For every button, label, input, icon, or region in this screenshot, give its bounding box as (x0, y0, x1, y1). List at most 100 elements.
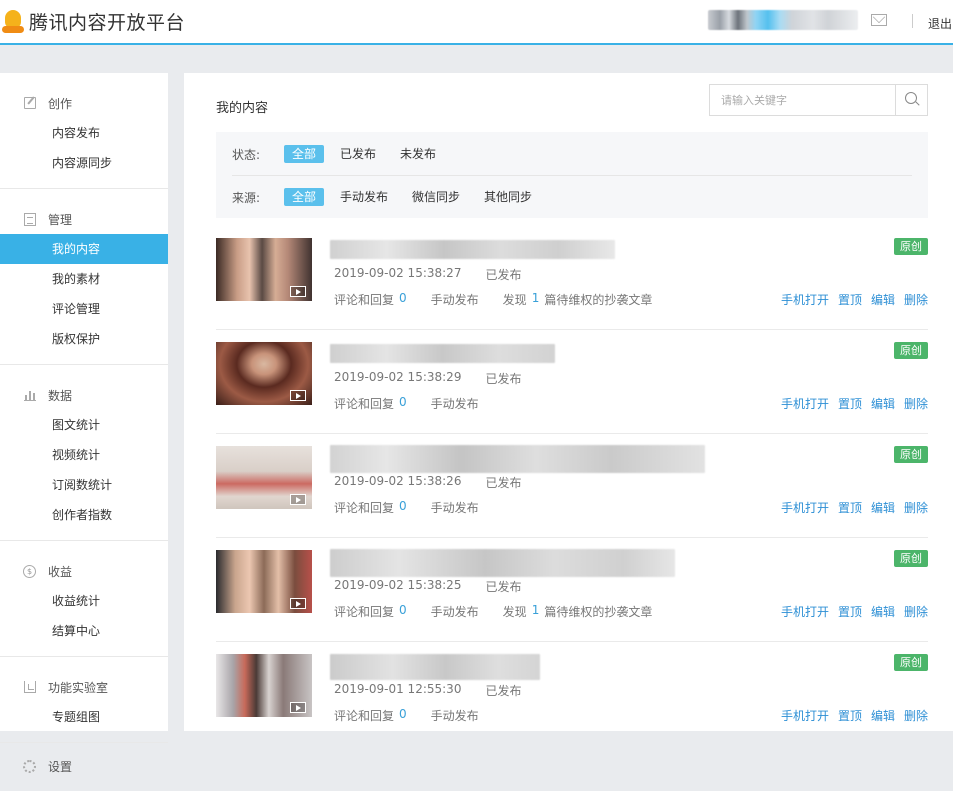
item-meta-stats: 评论和回复 0 手动发布 (334, 499, 479, 516)
bar-chart-icon (23, 389, 36, 401)
list-item: 原创 2019-09-02 15:38:25 已发布 评论和回复 0 手动发布 … (216, 538, 928, 642)
sidebar-item-topic-gallery[interactable]: 专题组图 (0, 702, 168, 732)
document-icon (23, 212, 36, 226)
sidebar-item-settlement[interactable]: 结算中心 (0, 616, 168, 646)
search-box (709, 84, 928, 116)
sidebar-item-content-publish[interactable]: 内容发布 (0, 118, 168, 148)
delete-link[interactable]: 删除 (904, 395, 928, 412)
source-filter-manual[interactable]: 手动发布 (332, 188, 396, 206)
pin-top-link[interactable]: 置顶 (838, 291, 862, 308)
sidebar-item-my-materials[interactable]: 我的素材 (0, 264, 168, 294)
thumbnail-image[interactable] (216, 654, 312, 717)
item-actions: 手机打开 置顶 编辑 删除 (772, 707, 928, 724)
open-on-mobile-link[interactable]: 手机打开 (781, 291, 829, 308)
source-filter-row: 来源: 全部 手动发布 微信同步 其他同步 (216, 175, 928, 219)
sidebar-group-settings: 设置 (0, 743, 168, 791)
sidebar-heading-label: 创作 (48, 96, 73, 111)
edit-link[interactable]: 编辑 (871, 499, 895, 516)
status-filter-unpublished[interactable]: 未发布 (392, 145, 444, 163)
sidebar-group-lab: 功能实验室 专题组图 (0, 657, 168, 743)
found-count[interactable]: 1 (532, 291, 540, 308)
item-meta-time: 2019-09-01 12:55:30 已发布 (334, 682, 521, 699)
source-label: 手动发布 (430, 397, 479, 411)
video-play-icon (290, 702, 306, 713)
pin-top-link[interactable]: 置顶 (838, 707, 862, 724)
sidebar-item-revenue-stats[interactable]: 收益统计 (0, 586, 168, 616)
comments-count[interactable]: 0 (399, 603, 407, 620)
found-count[interactable]: 1 (532, 603, 540, 620)
source-filter-other[interactable]: 其他同步 (476, 188, 540, 206)
item-meta-time: 2019-09-02 15:38:25 已发布 (334, 578, 521, 595)
edit-link[interactable]: 编辑 (871, 707, 895, 724)
logo[interactable]: 腾讯内容开放平台 (2, 8, 185, 35)
page-title: 我的内容 (216, 101, 269, 116)
original-badge: 原创 (894, 550, 928, 567)
sidebar-item-video-stats[interactable]: 视频统计 (0, 440, 168, 470)
pin-top-link[interactable]: 置顶 (838, 499, 862, 516)
sidebar-item-creator-index[interactable]: 创作者指数 (0, 500, 168, 530)
user-account-blurred[interactable] (708, 10, 858, 30)
title-blurred[interactable] (330, 344, 555, 363)
sidebar-heading-settings[interactable]: 设置 (0, 751, 168, 781)
sidebar-item-my-content[interactable]: 我的内容 (0, 234, 168, 264)
comments-label: 评论和回复 (334, 397, 395, 411)
source-filter-wechat[interactable]: 微信同步 (404, 188, 468, 206)
sidebar-item-copyright[interactable]: 版权保护 (0, 324, 168, 354)
publish-status: 已发布 (485, 372, 522, 386)
thumbnail-image[interactable] (216, 446, 312, 509)
video-play-icon (290, 286, 306, 297)
title-blurred[interactable] (330, 240, 615, 259)
edit-link[interactable]: 编辑 (871, 395, 895, 412)
comments-count[interactable]: 0 (399, 707, 407, 724)
filter-panel: 状态: 全部 已发布 未发布 来源: 全部 手动发布 微信同步 其他同步 (216, 132, 928, 218)
delete-link[interactable]: 删除 (904, 499, 928, 516)
thumbnail-image[interactable] (216, 550, 312, 613)
publish-datetime: 2019-09-02 15:38:25 (334, 578, 462, 592)
status-filter-row: 状态: 全部 已发布 未发布 (216, 132, 928, 176)
sidebar-heading-data: 数据 (0, 380, 168, 410)
pin-top-link[interactable]: 置顶 (838, 603, 862, 620)
delete-link[interactable]: 删除 (904, 291, 928, 308)
pin-top-link[interactable]: 置顶 (838, 395, 862, 412)
video-play-icon (290, 598, 306, 609)
penguin-logo-icon (2, 9, 24, 34)
thumbnail-image[interactable] (216, 342, 312, 405)
edit-link[interactable]: 编辑 (871, 603, 895, 620)
comments-label: 评论和回复 (334, 293, 395, 307)
open-on-mobile-link[interactable]: 手机打开 (781, 603, 829, 620)
delete-link[interactable]: 删除 (904, 603, 928, 620)
comments-count[interactable]: 0 (399, 499, 407, 516)
item-actions: 手机打开 置顶 编辑 删除 (772, 499, 928, 516)
gear-icon (23, 759, 36, 773)
sidebar-heading-label: 设置 (48, 759, 73, 774)
logout-link[interactable]: 退出 (928, 15, 952, 32)
main-panel: 我的内容 状态: 全部 已发布 未发布 来源: 全部 手动发布 微信同步 其他同… (184, 73, 953, 731)
sidebar-item-subscriber-stats[interactable]: 订阅数统计 (0, 470, 168, 500)
edit-link[interactable]: 编辑 (871, 291, 895, 308)
sidebar-item-article-stats[interactable]: 图文统计 (0, 410, 168, 440)
sidebar-item-comment-manage[interactable]: 评论管理 (0, 294, 168, 324)
item-meta-time: 2019-09-02 15:38:27 已发布 (334, 266, 521, 283)
title-blurred[interactable] (330, 445, 705, 473)
title-blurred[interactable] (330, 654, 540, 680)
item-meta-stats: 评论和回复 0 手动发布 发现 1 篇待维权的抄袭文章 (334, 291, 652, 308)
lab-icon (23, 681, 36, 693)
status-filter-all[interactable]: 全部 (284, 145, 325, 163)
delete-link[interactable]: 删除 (904, 707, 928, 724)
title-blurred[interactable] (330, 549, 675, 577)
thumbnail-image[interactable] (216, 238, 312, 301)
sidebar-item-source-sync[interactable]: 内容源同步 (0, 148, 168, 178)
comments-count[interactable]: 0 (399, 291, 407, 308)
search-button[interactable] (895, 85, 927, 115)
status-filter-published[interactable]: 已发布 (332, 145, 384, 163)
mail-icon[interactable] (871, 14, 887, 26)
open-on-mobile-link[interactable]: 手机打开 (781, 395, 829, 412)
found-prefix: 发现 (502, 293, 527, 307)
search-input[interactable] (710, 85, 896, 115)
comments-count[interactable]: 0 (399, 395, 407, 412)
status-filter-label: 状态: (232, 147, 261, 162)
source-filter-all[interactable]: 全部 (284, 188, 325, 206)
open-on-mobile-link[interactable]: 手机打开 (781, 707, 829, 724)
logo-text: 腾讯内容开放平台 (29, 12, 186, 34)
open-on-mobile-link[interactable]: 手机打开 (781, 499, 829, 516)
